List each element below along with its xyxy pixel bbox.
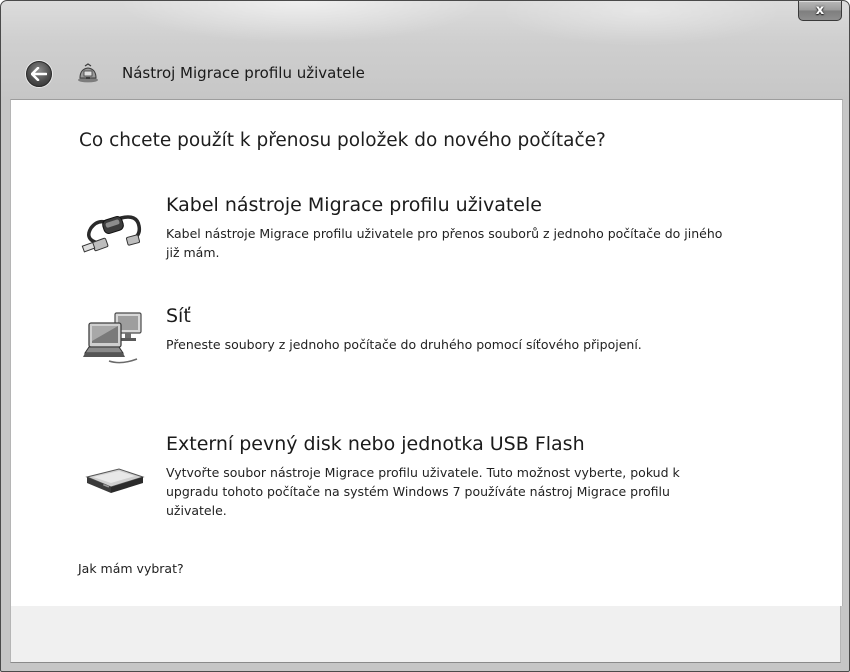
help-link[interactable]: Jak mám vybrat?	[78, 561, 184, 576]
migration-window: x Nástroj Migrace profilu uživatele Co c…	[0, 0, 850, 672]
option-external-drive-title: Externí pevný disk nebo jednotka USB Fla…	[166, 433, 585, 455]
footer-bar	[10, 606, 841, 663]
option-network-title: Síť	[166, 305, 191, 327]
close-button[interactable]: x	[798, 1, 842, 21]
usb-drive-icon	[85, 468, 145, 493]
back-button[interactable]	[26, 61, 52, 87]
option-network[interactable]: Síť Přeneste soubory z jednoho počítače …	[75, 305, 775, 375]
option-external-drive[interactable]: Externí pevný disk nebo jednotka USB Fla…	[75, 433, 775, 523]
migration-app-icon	[78, 63, 98, 83]
back-arrow-icon	[31, 67, 47, 81]
window-title: Nástroj Migrace profilu uživatele	[122, 64, 365, 82]
page-question: Co chcete použít k přenosu položek do no…	[79, 130, 606, 151]
title-bar: Nástroj Migrace profilu uživatele	[1, 53, 849, 93]
option-cable-description: Kabel nástroje Migrace profilu uživatele…	[166, 226, 723, 260]
option-cable[interactable]: Kabel nástroje Migrace profilu uživatele…	[75, 194, 775, 274]
close-icon: x	[815, 2, 825, 18]
content-area: Co chcete použít k přenosu položek do no…	[10, 99, 843, 606]
cable-icon	[81, 215, 142, 253]
option-cable-title: Kabel nástroje Migrace profilu uživatele	[166, 194, 542, 216]
network-icon	[83, 312, 142, 364]
option-network-description: Přeneste soubory z jednoho počítače do d…	[166, 337, 642, 352]
option-external-drive-description: Vytvořte soubor nástroje Migrace profilu…	[166, 465, 680, 518]
